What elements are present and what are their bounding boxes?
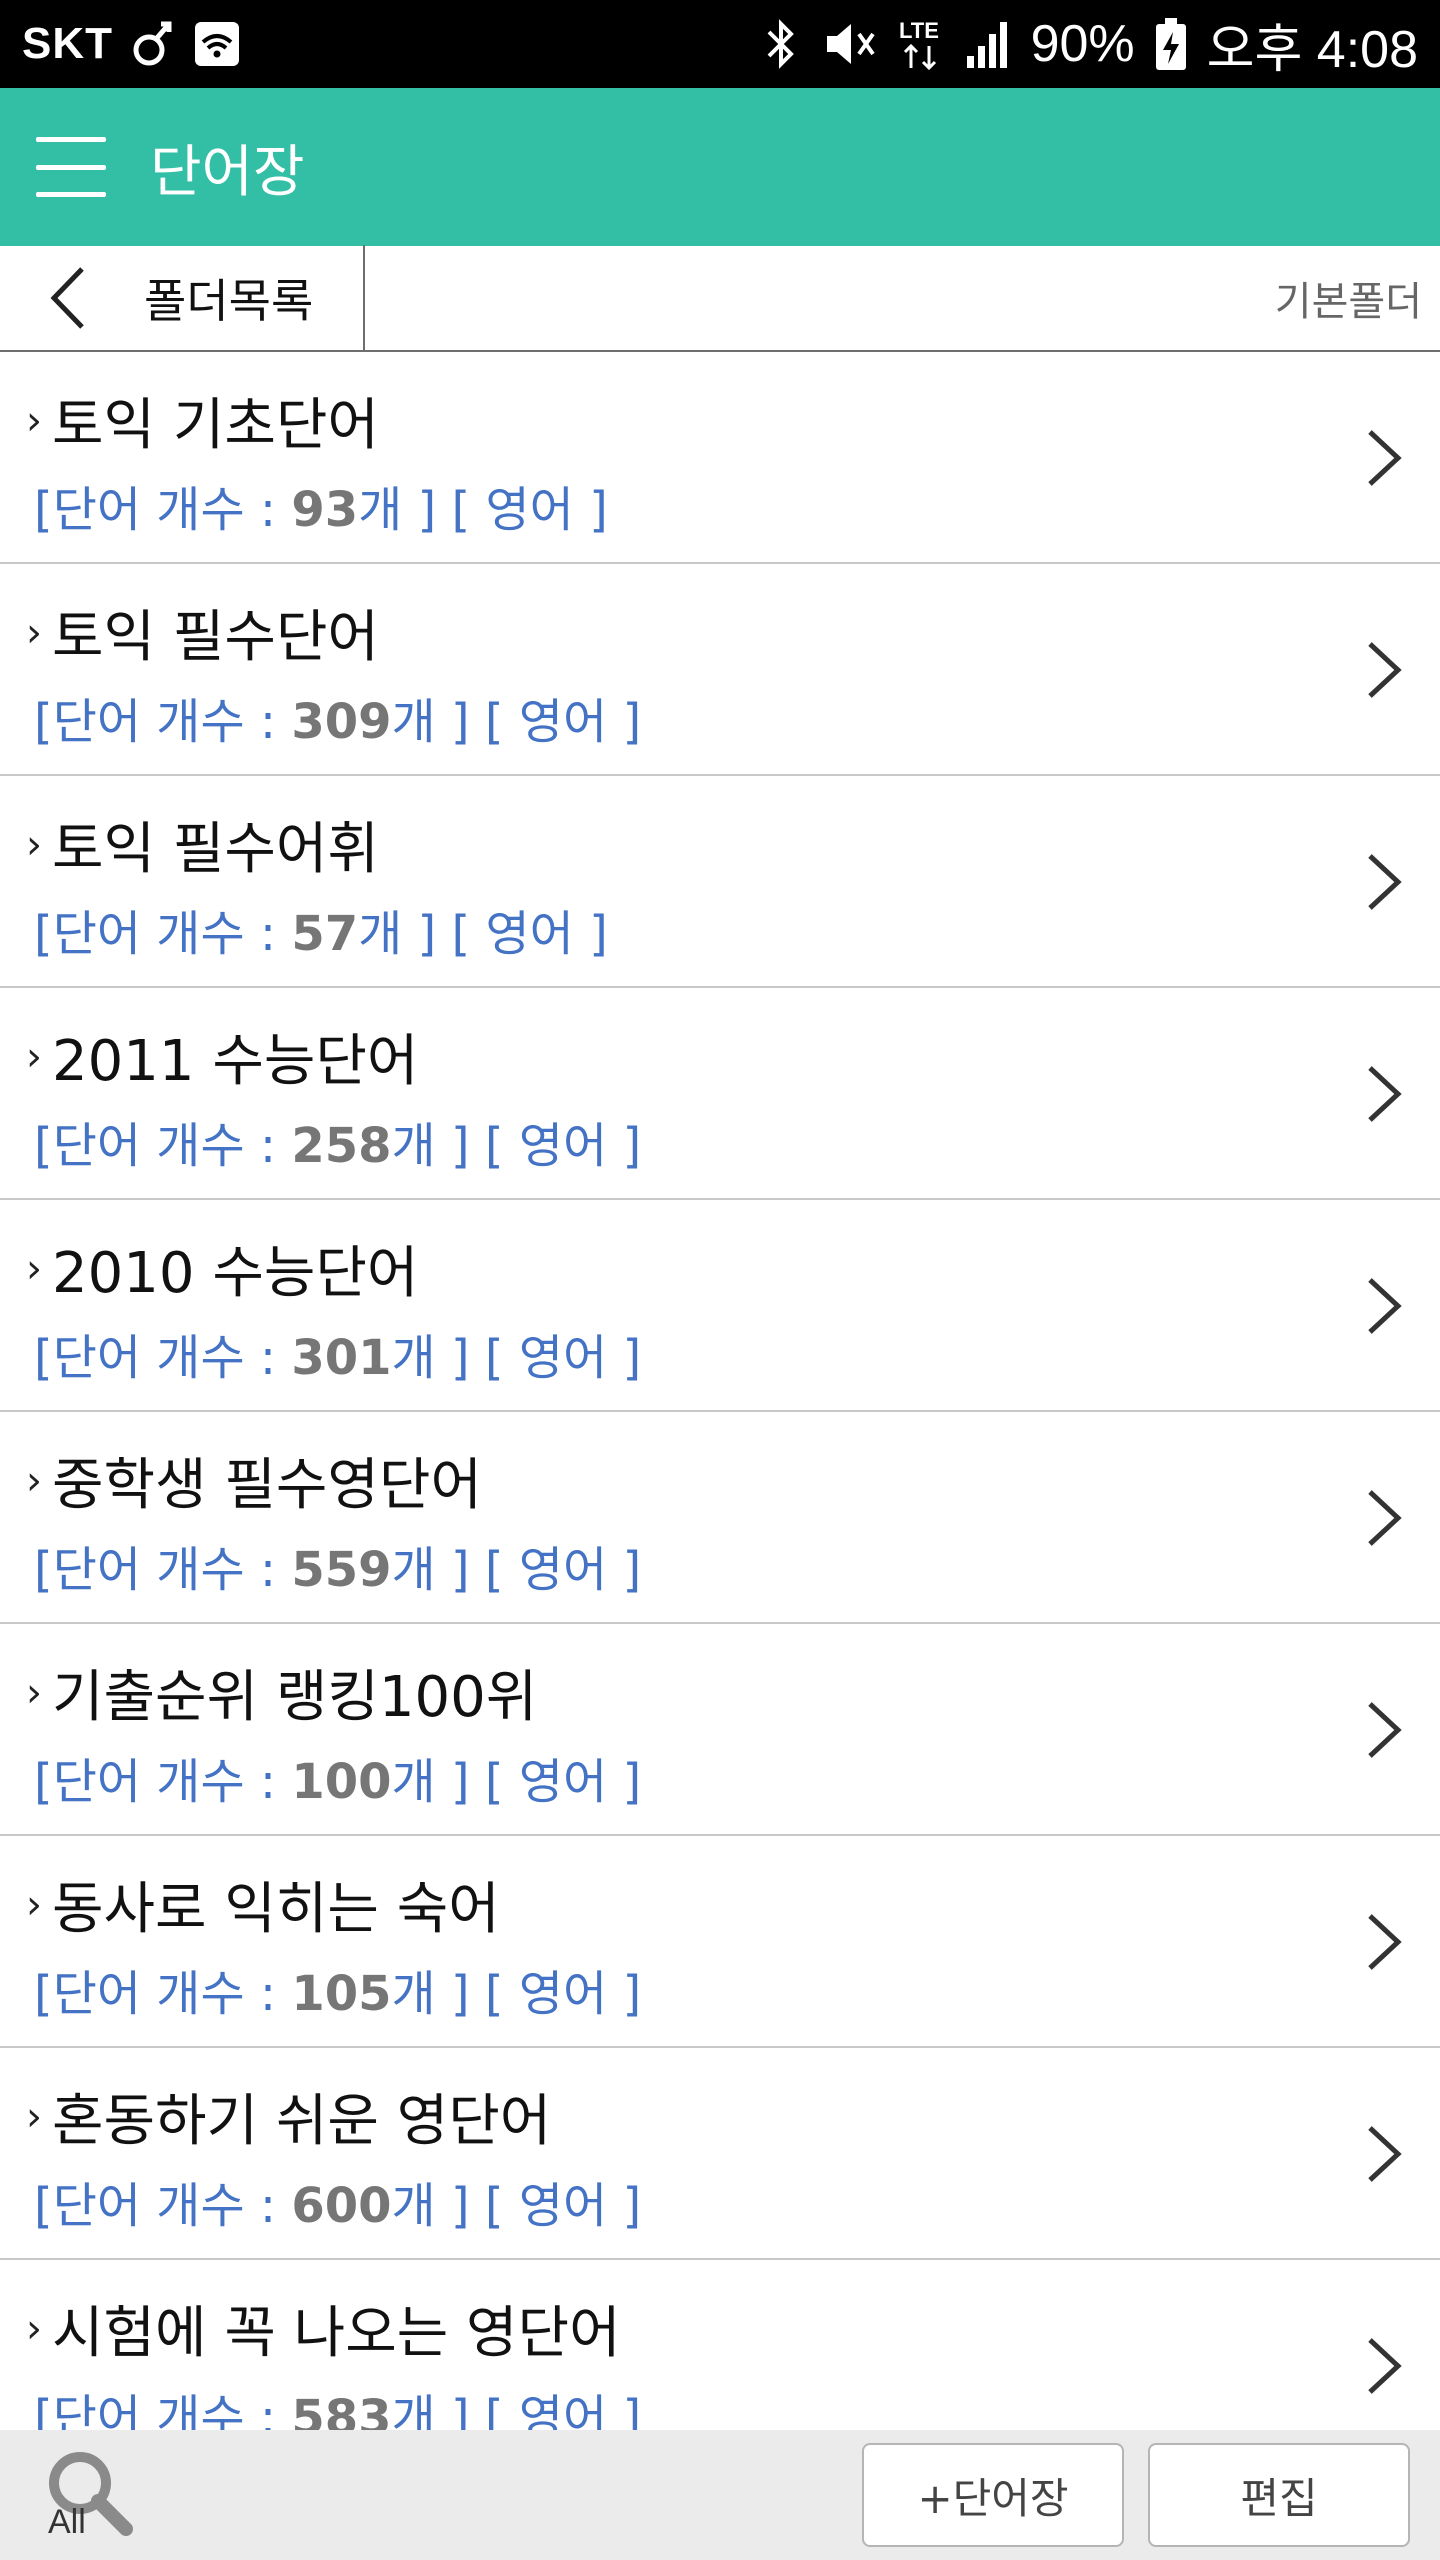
lte-icon: LTE xyxy=(897,16,945,72)
item-meta: [단어 개수 : 600개 ] [ 영어 ] xyxy=(34,2178,642,2234)
bottom-bar: All +단어장 편집 xyxy=(0,2430,1440,2560)
status-bar: SKT LTE 90% 오후 4:08 xyxy=(0,0,1440,88)
chevron-right-icon xyxy=(1368,430,1402,486)
list-item[interactable]: › 동사로 익히는 숙어 [단어 개수 : 105개 ] [ 영어 ] xyxy=(0,1836,1440,2048)
battery-charging-icon xyxy=(1153,16,1189,72)
item-meta: [단어 개수 : 100개 ] [ 영어 ] xyxy=(34,1754,642,1810)
chevron-right-icon xyxy=(1368,1702,1402,1758)
word-count: 559 xyxy=(291,1542,392,1598)
search-all-label: All xyxy=(48,2503,86,2541)
word-count: 309 xyxy=(291,694,392,750)
word-count: 600 xyxy=(291,2178,392,2234)
item-title: 토익 필수단어 xyxy=(52,605,379,670)
bullet-chevron-icon: › xyxy=(26,1881,42,1928)
bullet-chevron-icon: › xyxy=(26,2305,42,2352)
list-item[interactable]: › 기출순위 랭킹100위 [단어 개수 : 100개 ] [ 영어 ] xyxy=(0,1624,1440,1836)
word-count: 258 xyxy=(291,1118,392,1174)
back-to-folder-list-button[interactable]: 폴더목록 xyxy=(0,245,365,351)
bullet-chevron-icon: › xyxy=(26,1033,42,1080)
chevron-right-icon xyxy=(1368,2338,1402,2394)
item-meta: [단어 개수 : 258개 ] [ 영어 ] xyxy=(34,1118,642,1174)
chevron-right-icon xyxy=(1368,2126,1402,2182)
word-count: 583 xyxy=(291,2390,392,2430)
hamburger-menu-icon[interactable] xyxy=(36,137,106,197)
mute-icon xyxy=(819,18,879,70)
bullet-chevron-icon: › xyxy=(26,1457,42,1504)
item-meta: [단어 개수 : 301개 ] [ 영어 ] xyxy=(34,1330,642,1386)
word-count: 57 xyxy=(291,906,359,962)
svg-text:LTE: LTE xyxy=(899,18,939,43)
clock: 오후 4:08 xyxy=(1206,20,1418,79)
list-item[interactable]: › 토익 기초단어 [단어 개수 : 93개 ] [ 영어 ] xyxy=(0,352,1440,564)
item-title: 혼동하기 쉬운 영단어 xyxy=(52,2089,552,2154)
bullet-chevron-icon: › xyxy=(26,397,42,444)
item-title: 토익 필수어휘 xyxy=(52,817,379,882)
bluetooth-icon xyxy=(761,18,801,70)
item-meta: [단어 개수 : 57개 ] [ 영어 ] xyxy=(34,906,608,962)
search-all-button[interactable]: All xyxy=(40,2445,140,2545)
wordbook-list: › 토익 기초단어 [단어 개수 : 93개 ] [ 영어 ] › 토익 필수단어 … xyxy=(0,352,1440,2430)
item-title: 동사로 익히는 숙어 xyxy=(52,1877,500,1942)
word-count: 93 xyxy=(291,482,359,538)
item-title: 기출순위 랭킹100위 xyxy=(52,1665,538,1730)
current-folder-label: 기본폴더 xyxy=(1274,279,1422,325)
list-item[interactable]: › 토익 필수어휘 [단어 개수 : 57개 ] [ 영어 ] xyxy=(0,776,1440,988)
chevron-right-icon xyxy=(1368,1914,1402,1970)
list-item[interactable]: › 중학생 필수영단어 [단어 개수 : 559개 ] [ 영어 ] xyxy=(0,1412,1440,1624)
edit-button[interactable]: 편집 xyxy=(1148,2443,1410,2547)
item-title: 시험에 꼭 나오는 영단어 xyxy=(52,2301,621,2366)
item-title: 토익 기초단어 xyxy=(52,393,379,458)
item-meta: [단어 개수 : 583개 ] [ 영어 ] xyxy=(34,2378,641,2430)
bullet-chevron-icon: › xyxy=(26,821,42,868)
item-title: 중학생 필수영단어 xyxy=(52,1453,482,1518)
item-meta: [단어 개수 : 559개 ] [ 영어 ] xyxy=(34,1542,642,1598)
list-item[interactable]: › 혼동하기 쉬운 영단어 [단어 개수 : 600개 ] [ 영어 ] xyxy=(0,2048,1440,2260)
list-item[interactable]: › 토익 필수단어 [단어 개수 : 309개 ] [ 영어 ] xyxy=(0,564,1440,776)
chevron-right-icon xyxy=(1368,1490,1402,1546)
list-item[interactable]: › 2010 수능단어 [단어 개수 : 301개 ] [ 영어 ] xyxy=(0,1200,1440,1412)
list-item[interactable]: › 시험에 꼭 나오는 영단어 [단어 개수 : 583개 ] [ 영어 ] xyxy=(0,2260,1440,2430)
vibration-icon xyxy=(131,18,175,70)
list-item[interactable]: › 2011 수능단어 [단어 개수 : 258개 ] [ 영어 ] xyxy=(0,988,1440,1200)
bullet-chevron-icon: › xyxy=(26,2093,42,2140)
chevron-right-icon xyxy=(1368,642,1402,698)
item-meta: [단어 개수 : 309개 ] [ 영어 ] xyxy=(34,694,642,750)
wifi-icon xyxy=(193,20,241,68)
bullet-chevron-icon: › xyxy=(26,1245,42,1292)
item-meta: [단어 개수 : 93개 ] [ 영어 ] xyxy=(34,482,608,538)
bullet-chevron-icon: › xyxy=(26,1669,42,1716)
word-count: 301 xyxy=(291,1330,392,1386)
app-bar: 단어장 xyxy=(0,88,1440,246)
folder-bar: 폴더목록 기본폴더 xyxy=(0,245,1440,352)
chevron-right-icon xyxy=(1368,854,1402,910)
app-title: 단어장 xyxy=(150,139,305,205)
carrier-name: SKT xyxy=(22,19,113,68)
word-count: 100 xyxy=(291,1754,392,1810)
word-count: 105 xyxy=(291,1966,392,2022)
chevron-right-icon xyxy=(1368,1066,1402,1122)
item-title: 2011 수능단어 xyxy=(52,1029,419,1094)
item-title: 2010 수능단어 xyxy=(52,1241,419,1306)
item-meta: [단어 개수 : 105개 ] [ 영어 ] xyxy=(34,1966,642,2022)
chevron-left-icon xyxy=(50,267,84,329)
chevron-right-icon xyxy=(1368,1278,1402,1334)
add-wordbook-button[interactable]: +단어장 xyxy=(862,2443,1124,2547)
back-label: 폴더목록 xyxy=(144,274,314,328)
battery-percent: 90% xyxy=(1030,15,1135,73)
signal-icon xyxy=(963,18,1013,70)
bullet-chevron-icon: › xyxy=(26,609,42,656)
